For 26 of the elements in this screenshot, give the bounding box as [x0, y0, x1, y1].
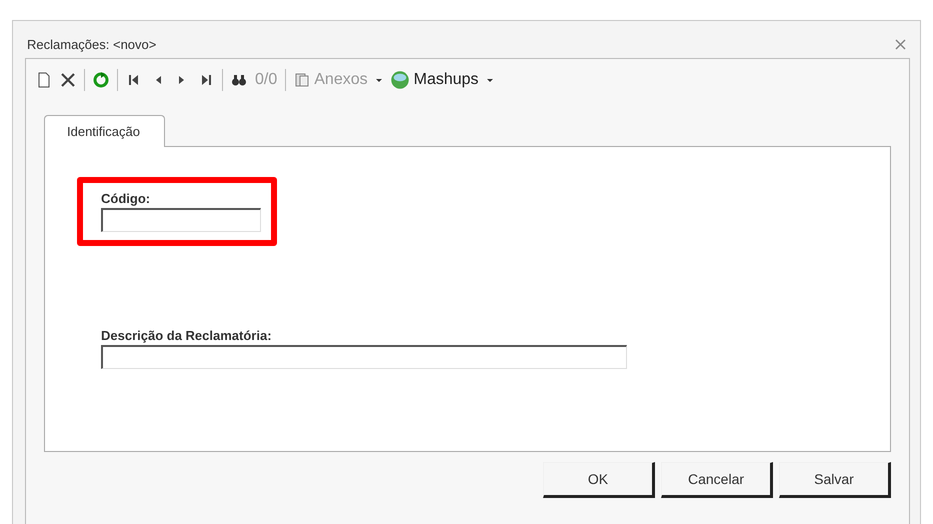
input-field[interactable] — [101, 345, 627, 369]
field-label: Código: — [101, 191, 152, 206]
record-counter: 0/0 — [255, 71, 278, 89]
dropdown-button[interactable] — [376, 78, 382, 82]
close-icon[interactable] — [895, 39, 906, 50]
new-document-icon — [36, 72, 52, 88]
binoculars-icon — [231, 72, 247, 88]
tab[interactable]: Identificação — [44, 115, 165, 147]
delete-button[interactable] — [60, 72, 76, 88]
dropdown-arrow-icon — [486, 78, 493, 82]
window-title: Reclamações: <novo> — [27, 37, 156, 52]
attachment-icon — [294, 72, 310, 88]
dropdown-arrow-icon — [376, 78, 382, 82]
new-button[interactable] — [36, 72, 52, 88]
dropdown-button[interactable] — [486, 78, 493, 82]
mashups-button[interactable]: Mashups — [390, 70, 479, 90]
refresh-icon — [93, 72, 109, 88]
refresh-button[interactable] — [93, 72, 109, 88]
dialog-button[interactable]: OK — [543, 462, 655, 498]
dialog-button[interactable]: Cancelar — [661, 462, 773, 498]
delete-icon — [60, 72, 76, 88]
globe-icon — [390, 70, 410, 90]
field-label: Descrição da Reclamatória: — [101, 328, 273, 343]
input-field[interactable] — [101, 208, 261, 232]
find-button[interactable] — [231, 72, 247, 88]
dialog-button[interactable]: Salvar — [779, 462, 891, 498]
